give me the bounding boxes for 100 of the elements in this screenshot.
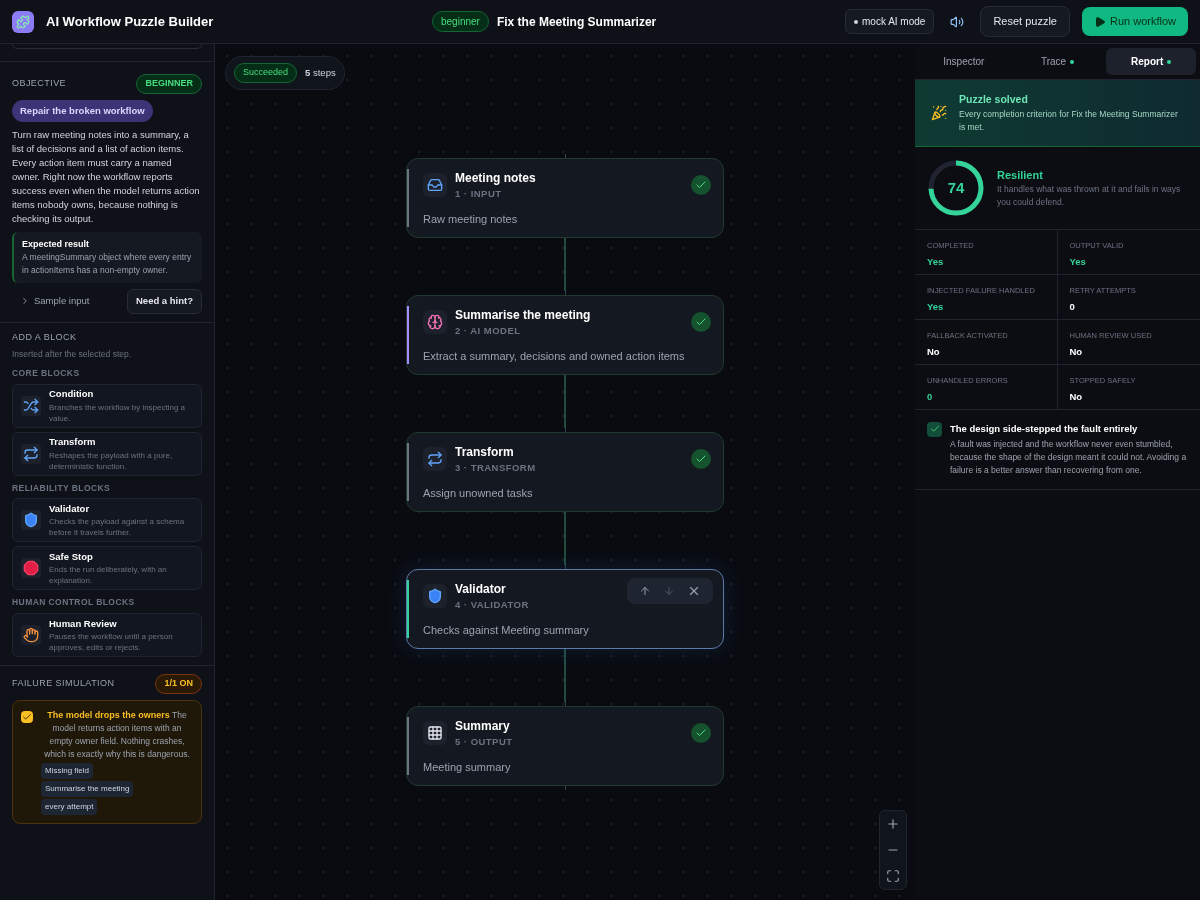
section-label: FAILURE SIMULATION	[12, 677, 115, 690]
objective-description: Turn raw meeting notes into a summary, a list of decisions and a list of action items. Every action item must carry a named owner. Right now the workflow reports success even when the model returns action items nobody owns, because nothing is checking its output.	[12, 127, 201, 226]
panel-tab[interactable]: Trace	[1012, 48, 1103, 75]
step-count: 5 steps	[305, 65, 336, 80]
block-name: Condition	[49, 387, 95, 402]
party-popper-icon	[931, 104, 947, 121]
block-name: Transform	[49, 435, 97, 450]
workflow-node[interactable]: Summary 5 · OUTPUT Meeting summary	[406, 706, 724, 786]
connector-line	[564, 238, 566, 291]
metric-value: Yes	[927, 255, 945, 269]
node-description: Extract a summary, decisions and owned action items	[423, 349, 686, 365]
metric-value: Yes	[927, 300, 945, 314]
score-text: It handles what was thrown at it and fails in ways you could defend.	[997, 183, 1182, 209]
expected-title: Expected result	[22, 237, 91, 251]
node-title: Summarise the meeting	[455, 307, 591, 324]
puzzle-title: Fix the Meeting Summarizer	[496, 13, 657, 31]
puzzle-logo-icon	[12, 10, 34, 33]
reset-button[interactable]: Reset puzzle	[980, 6, 1070, 37]
group-label: RELIABILITY BLOCKS	[12, 481, 112, 495]
block-name: Validator	[49, 502, 91, 517]
block-card[interactable]: Validator Checks the payload against a schema before it travels further.	[12, 498, 202, 543]
failure-tag: every attempt	[41, 798, 98, 815]
block-card[interactable]: Condition Branches the workflow by inspecting a value.	[12, 383, 202, 428]
panel-tab[interactable]: Report	[1106, 48, 1196, 75]
block-name: Safe Stop	[49, 550, 94, 565]
node-description: Raw meeting notes	[423, 212, 519, 228]
count-badge: 1/1 ON	[155, 674, 202, 694]
shield-icon	[23, 512, 39, 529]
insight-title: The design side-stepped the fault entirely	[950, 421, 1139, 436]
app-title: AI Workflow Puzzle Builder	[46, 12, 214, 31]
connector-line	[564, 375, 566, 428]
status-badge: Succeeded	[234, 63, 298, 83]
repeat-icon	[427, 451, 443, 468]
move-up-icon[interactable]	[639, 585, 651, 597]
hint-button[interactable]: Need a hint?	[127, 289, 202, 314]
node-title: Validator	[455, 581, 507, 598]
workflow-node[interactable]: Transform 3 · TRANSFORM Assign unowned tasks	[406, 432, 724, 512]
metric-value: 0	[1069, 300, 1076, 314]
connector-line	[564, 649, 566, 702]
node-description: Meeting summary	[423, 760, 512, 776]
level-badge: beginner	[432, 11, 489, 32]
stop-sign-icon	[23, 560, 39, 577]
repeat-icon	[23, 445, 39, 462]
metric-value: No	[1069, 390, 1084, 404]
block-card[interactable]: Safe Stop Ends the run deliberately, with an explanation.	[12, 546, 202, 591]
hand-icon	[23, 627, 39, 643]
block-description: Reshapes the payload with a pure, deterministic function.	[49, 449, 174, 472]
mode-badge: mock AI mode	[845, 9, 935, 34]
expected-text: A meetingSummary object where every entry in actionItems has a non-empty owner.	[22, 251, 193, 278]
fit-view-icon	[886, 869, 900, 883]
node-subtitle: 3 · TRANSFORM	[455, 461, 536, 475]
metric-value: Yes	[1069, 255, 1087, 269]
metric-value: No	[927, 345, 941, 359]
banner-title: Puzzle solved	[959, 92, 1029, 107]
difficulty-badge: BEGINNER	[136, 74, 202, 94]
run-button[interactable]: Run workflow	[1081, 7, 1188, 36]
block-name: Human Review	[49, 616, 118, 631]
workflow-node[interactable]: Meeting notes 1 · INPUT Raw meeting notes	[406, 158, 724, 238]
node-description: Checks against Meeting summary	[423, 623, 590, 639]
workflow-node[interactable]: Summarise the meeting 2 · AI MODEL Extract a summary, decisions and owned action items	[406, 295, 724, 375]
node-title: Meeting notes	[455, 170, 536, 187]
checkered-flag-icon	[427, 725, 443, 742]
section-label: ADD A BLOCK	[12, 330, 78, 344]
node-subtitle: 1 · INPUT	[455, 187, 503, 201]
block-card[interactable]: Transform Reshapes the payload with a pure, deterministic function.	[12, 431, 202, 476]
shield-icon	[427, 588, 443, 605]
insight-text: A fault was injected and the workflow never even stumbled, because the shape of the design meant it could not. Avoiding a failure is a better answer than recovering from one.	[950, 438, 1188, 477]
failure-tag: Summarise the meeting	[41, 780, 134, 797]
goal-tag: Repair the broken workflow	[12, 99, 153, 122]
checkbox[interactable]	[21, 710, 33, 723]
node-description: Assign unowned tasks	[423, 486, 534, 502]
node-title: Summary	[455, 718, 511, 735]
inbox-icon	[427, 177, 443, 194]
sample-input-toggle[interactable]: Sample input	[12, 294, 90, 309]
metric-value: 0	[927, 390, 934, 404]
connector-line	[564, 512, 566, 565]
play-icon	[1093, 15, 1106, 28]
node-title: Transform	[455, 444, 515, 461]
block-card[interactable]: Human Review Pauses the workflow until a person approves, edits or rejects.	[12, 613, 202, 657]
block-description: Branches the workflow by inspecting a value.	[49, 401, 187, 424]
plus-icon	[886, 817, 900, 831]
metric-value: No	[1069, 345, 1084, 359]
brain-icon	[427, 314, 443, 331]
score-label: Resilient	[997, 167, 1044, 183]
workflow-node[interactable]: Validator 4 · VALIDATOR Checks against Meeting summary	[406, 569, 724, 649]
banner-text: Every completion criterion for Fix the Meeting Summarizer is met.	[959, 107, 1179, 134]
block-description: Checks the payload against a schema before it travels further.	[49, 516, 186, 539]
shuffle-icon	[23, 397, 39, 414]
node-subtitle: 4 · VALIDATOR	[455, 598, 529, 612]
block-description: Ends the run deliberately, with an explanation.	[49, 564, 168, 587]
section-label: OBJECTIVE	[12, 77, 67, 90]
panel-tab[interactable]: Inspector	[919, 48, 1009, 75]
caret-icon	[20, 296, 30, 307]
score-value: 74	[946, 177, 966, 198]
failure-tag: Missing field	[41, 762, 93, 779]
section-note: Inserted after the selected step.	[12, 348, 133, 361]
group-label: HUMAN CONTROL BLOCKS	[12, 596, 136, 609]
failure-description: The model drops the owners The model returns action items with an empty owner field. Nothing crashes, which is exactly why this is dangerous.	[43, 708, 191, 761]
node-subtitle: 5 · OUTPUT	[455, 735, 513, 749]
close-icon[interactable]	[687, 584, 701, 598]
